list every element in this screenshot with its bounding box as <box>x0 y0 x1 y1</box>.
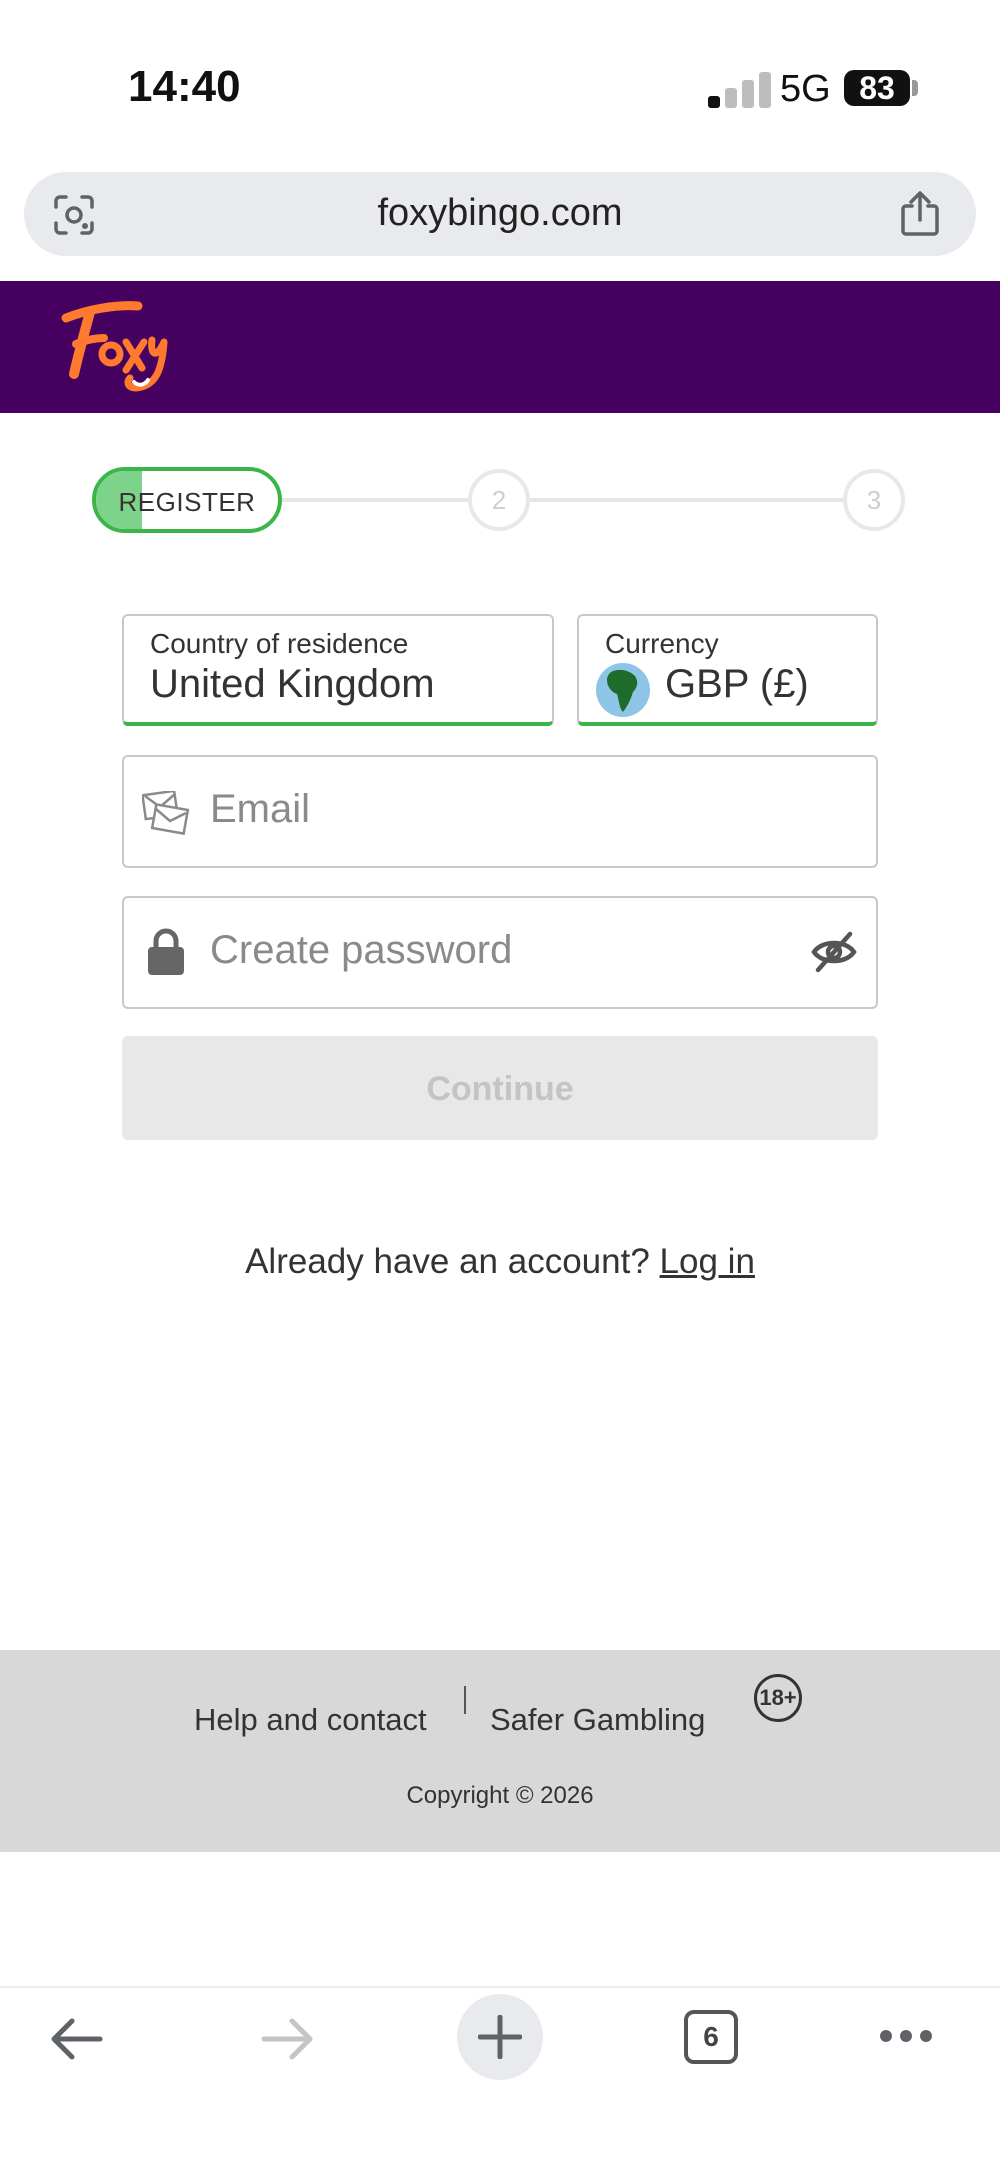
copyright-text: Copyright © 2026 <box>406 1782 594 1809</box>
country-value: United Kingdom <box>150 662 435 706</box>
site-footer <box>0 1650 1000 1852</box>
login-prompt: Already have an account? Log in <box>0 1242 1000 1282</box>
help-and-contact-link[interactable]: Help and contact <box>194 1702 427 1738</box>
tab-switcher-button[interactable]: 6 <box>684 2010 738 2064</box>
network-type: 5G <box>780 68 831 110</box>
stepper-step-2: 2 <box>468 469 530 531</box>
currency-label: Currency <box>605 628 719 659</box>
stepper-step-3: 3 <box>843 469 905 531</box>
globe-africa-icon <box>596 663 650 717</box>
safer-gambling-link[interactable]: Safer Gambling <box>490 1702 705 1738</box>
mail-icon <box>142 791 190 835</box>
forward-arrow-icon[interactable] <box>258 2014 318 2064</box>
toolbar-divider <box>0 1986 1000 1988</box>
battery-tip <box>912 80 918 96</box>
password-input[interactable] <box>210 920 910 980</box>
new-tab-button[interactable] <box>457 1994 543 2080</box>
cellular-signal-icon <box>708 72 772 108</box>
stepper-line-2 <box>530 498 844 502</box>
continue-button[interactable]: Continue <box>122 1036 878 1140</box>
currency-select[interactable]: Currency GBP (£) <box>577 614 878 726</box>
eye-slash-icon[interactable] <box>810 928 858 976</box>
stepper-step-label: REGISTER <box>118 487 256 517</box>
email-input[interactable] <box>210 779 910 839</box>
password-field[interactable] <box>122 896 910 1009</box>
stepper-line-1 <box>282 498 468 502</box>
currency-value: GBP (£) <box>665 662 809 706</box>
country-label: Country of residence <box>150 628 409 659</box>
age-restriction-badge: 18+ <box>754 1674 802 1722</box>
address-bar[interactable]: foxybingo.com <box>24 172 976 256</box>
country-select[interactable]: Country of residence United Kingdom <box>122 614 554 726</box>
status-time: 14:40 <box>128 62 241 111</box>
footer-separator <box>464 1686 466 1714</box>
battery-icon: 83 <box>844 70 910 106</box>
back-arrow-icon[interactable] <box>46 2014 106 2064</box>
stepper-step-register: REGISTER <box>92 467 282 533</box>
url-text[interactable]: foxybingo.com <box>24 192 976 235</box>
login-link[interactable]: Log in <box>660 1242 755 1281</box>
more-menu-icon[interactable] <box>878 2028 934 2044</box>
login-prompt-text: Already have an account? <box>245 1242 650 1281</box>
foxy-logo-icon[interactable] <box>56 290 176 400</box>
plus-icon <box>478 2015 522 2059</box>
lock-icon <box>148 928 184 975</box>
share-icon[interactable] <box>898 190 942 238</box>
email-field[interactable] <box>122 755 910 868</box>
lens-icon[interactable] <box>52 193 96 237</box>
